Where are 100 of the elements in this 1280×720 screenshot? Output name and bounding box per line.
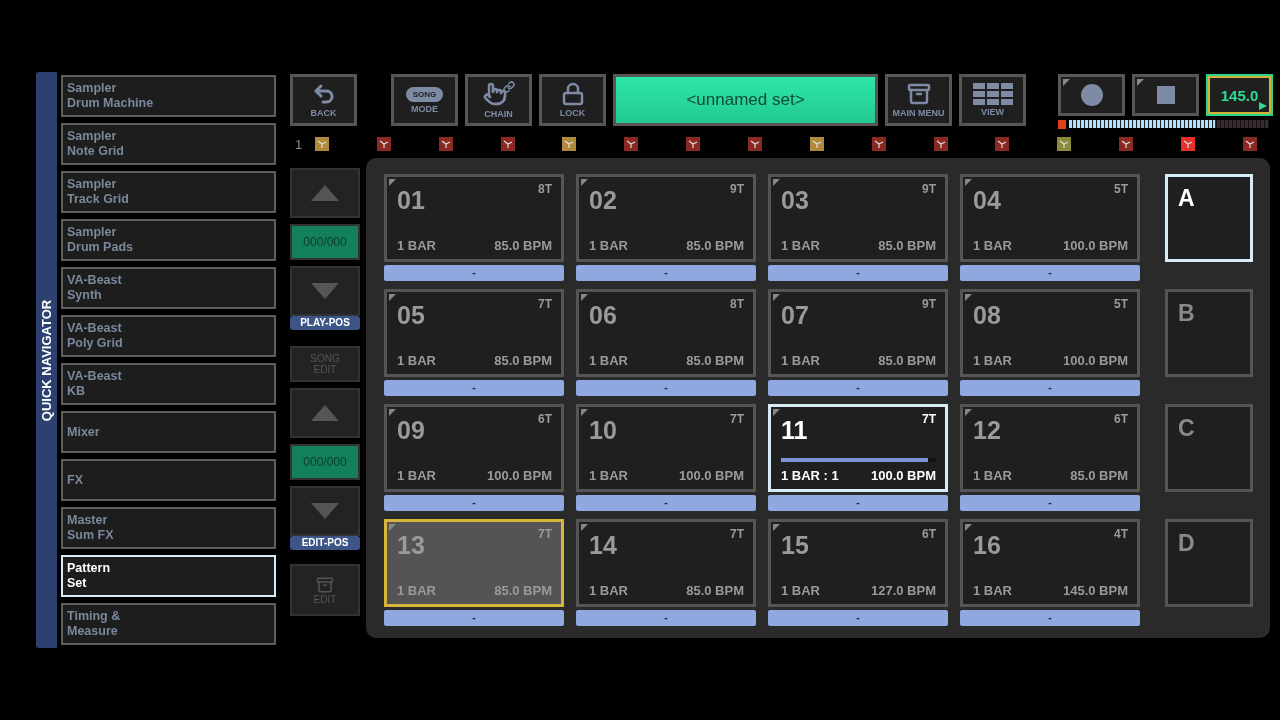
stop-button[interactable] [1132,74,1199,116]
pattern-pad[interactable]: 12 6T 1 BAR 85.0 BPM [960,404,1140,492]
pattern-footer[interactable]: - [576,495,756,511]
back-button[interactable]: BACK [290,74,357,126]
corner-icon [965,294,972,301]
track-indicator-icon[interactable] [438,137,453,151]
corner-icon [1063,79,1070,86]
pattern-pad[interactable]: 10 7T 1 BAR 100.0 BPM [576,404,756,492]
set-name-display[interactable]: <unnamed set> [613,74,878,126]
pattern-pad[interactable]: 08 5T 1 BAR 100.0 BPM [960,289,1140,377]
scene-button[interactable]: D [1165,519,1253,607]
up-arrow-icon [311,405,339,421]
pattern-footer[interactable]: - [576,265,756,281]
lock-button[interactable]: LOCK [539,74,606,126]
track-indicator-icon[interactable] [315,137,329,151]
pattern-footer[interactable]: - [960,495,1140,511]
navigator-item[interactable]: Timing & Measure [61,603,276,645]
tempo-display[interactable]: 145.0 [1208,76,1271,114]
navigator-item[interactable]: VA-Beast Synth [61,267,276,309]
pattern-footer[interactable]: - [384,610,564,626]
pattern-footer[interactable]: - [384,495,564,511]
lock-icon [560,82,585,106]
circle-icon [1080,84,1103,106]
track-indicator-icon[interactable] [624,137,639,151]
pattern-pad[interactable]: 07 9T 1 BAR 85.0 BPM [768,289,948,377]
view-button[interactable]: VIEW [959,74,1026,126]
corner-icon [965,179,972,186]
corner-icon [389,524,396,531]
record-button[interactable] [1058,74,1125,116]
navigator-item[interactable]: FX [61,459,276,501]
corner-icon [1137,79,1144,86]
track-indicator-icon[interactable] [562,137,577,151]
track-indicator-icon[interactable] [1057,137,1072,151]
pattern-pad[interactable]: 14 7T 1 BAR 85.0 BPM [576,519,756,607]
track-row-number: 1 [294,136,304,152]
corner-icon [389,179,396,186]
pattern-footer[interactable]: - [384,380,564,396]
navigator-item[interactable]: Sampler Drum Machine [61,75,276,117]
pattern-pad[interactable]: 02 9T 1 BAR 85.0 BPM [576,174,756,262]
pattern-footer[interactable]: - [960,265,1140,281]
pattern-footer[interactable]: - [768,265,948,281]
chain-button[interactable]: CHAIN [465,74,532,126]
track-indicator-icon[interactable] [995,137,1010,151]
pattern-pad[interactable]: 09 6T 1 BAR 100.0 BPM [384,404,564,492]
track-indicator-icon[interactable] [809,137,824,151]
corner-icon [773,409,780,416]
pattern-footer[interactable]: - [960,380,1140,396]
pattern-footer[interactable]: - [576,380,756,396]
track-indicator-icon[interactable] [1242,137,1257,151]
pattern-pad[interactable]: 15 6T 1 BAR 127.0 BPM [768,519,948,607]
pattern-footer[interactable]: - [384,265,564,281]
track-indicator-icon[interactable] [871,137,886,151]
pattern-footer[interactable]: - [768,495,948,511]
position-counter: 000/000 [290,224,360,260]
drawer-icon [316,575,334,594]
down-arrow-icon [311,503,339,519]
position-tag: EDIT-POS [290,536,360,550]
track-indicator-icon[interactable] [1119,137,1134,151]
scene-button[interactable]: C [1165,404,1253,492]
corner-icon [773,294,780,301]
pattern-footer[interactable]: - [576,610,756,626]
corner-icon [581,409,588,416]
track-indicator-icon[interactable] [686,137,701,151]
pattern-pad[interactable]: 01 8T 1 BAR 85.0 BPM [384,174,564,262]
corner-icon [581,179,588,186]
corner-icon [389,294,396,301]
pattern-pad[interactable]: 06 8T 1 BAR 85.0 BPM [576,289,756,377]
position-tag: PLAY-POS [290,316,360,330]
track-indicator-icon[interactable] [933,137,948,151]
track-indicator-icon[interactable] [748,137,762,151]
pattern-footer[interactable]: - [768,610,948,626]
track-indicator-icon[interactable] [1181,137,1196,151]
track-indicator-icon[interactable] [500,137,515,151]
down-arrow-icon [311,283,339,299]
corner-icon [965,524,972,531]
pattern-footer[interactable]: - [960,610,1140,626]
song-badge: SONG [405,86,444,102]
pattern-footer[interactable]: - [768,380,948,396]
navigator-item[interactable]: Sampler Track Grid [61,171,276,213]
clip-indicator [1058,119,1066,129]
play-icon [1259,102,1267,110]
navigator-item[interactable]: Sampler Note Grid [61,123,276,165]
pattern-pad[interactable]: 16 4T 1 BAR 145.0 BPM [960,519,1140,607]
mode-button[interactable]: SONG MODE [391,74,458,126]
navigator-item[interactable]: Master Sum FX [61,507,276,549]
navigator-item[interactable]: VA-Beast KB [61,363,276,405]
track-indicator-icon[interactable] [376,137,391,151]
pattern-pad[interactable]: 04 5T 1 BAR 100.0 BPM [960,174,1140,262]
corner-icon [773,179,780,186]
pattern-pad[interactable]: 11 7T 1 BAR : 1 100.0 BPM [768,404,948,492]
pattern-pad[interactable]: 03 9T 1 BAR 85.0 BPM [768,174,948,262]
navigator-item[interactable]: Mixer [61,411,276,453]
scene-button[interactable]: A [1165,174,1253,262]
navigator-item[interactable]: VA-Beast Poly Grid [61,315,276,357]
drawer-icon [906,82,931,106]
navigator-item[interactable]: Pattern Set [61,555,276,597]
pattern-pad[interactable]: 05 7T 1 BAR 85.0 BPM [384,289,564,377]
navigator-item[interactable]: Sampler Drum Pads [61,219,276,261]
main-menu-button[interactable]: MAIN MENU [885,74,952,126]
scene-button[interactable]: B [1165,289,1253,377]
